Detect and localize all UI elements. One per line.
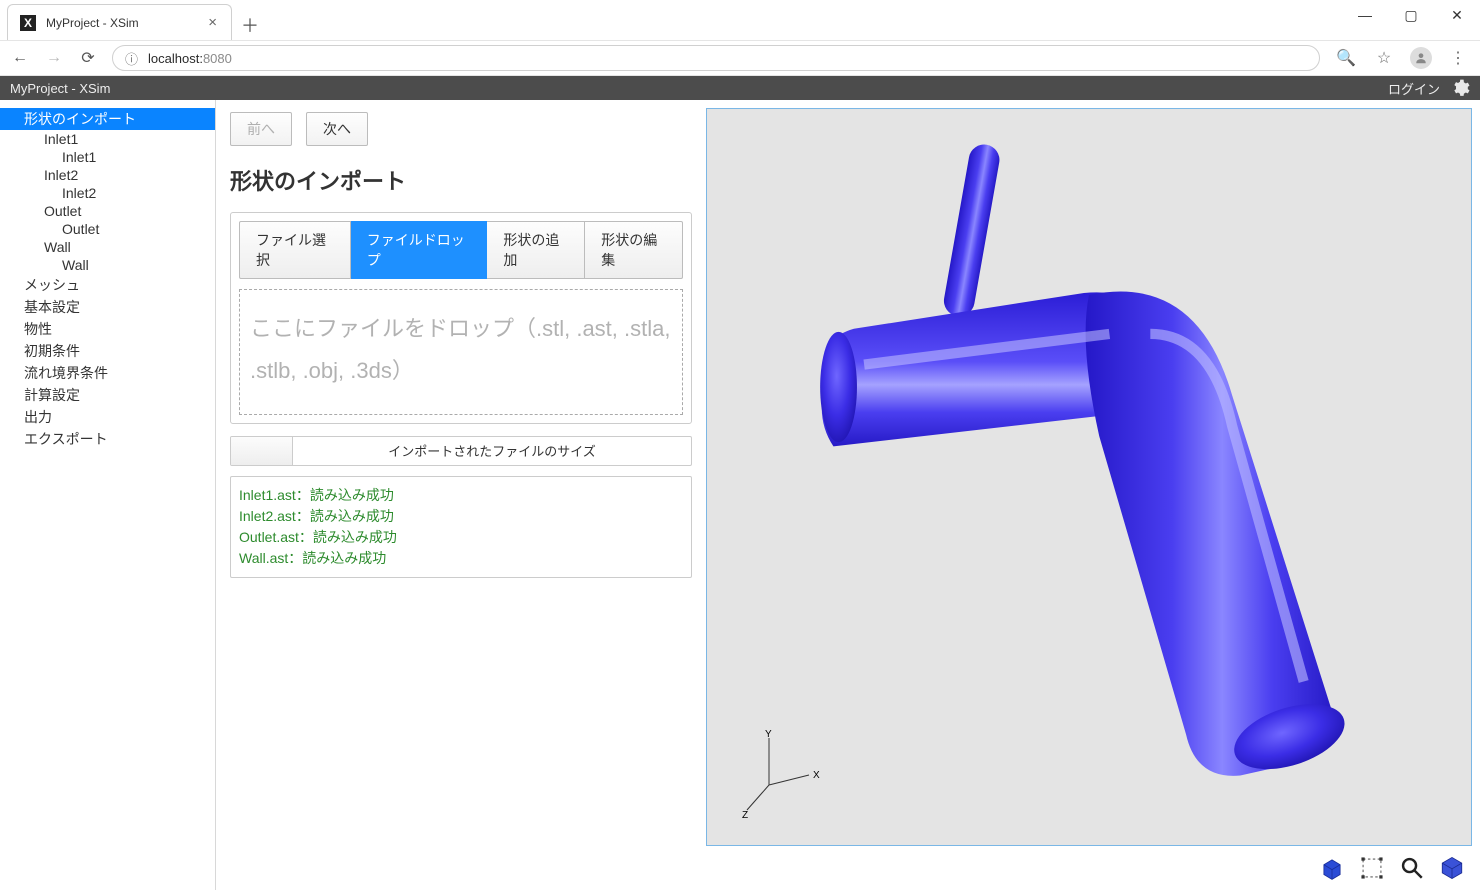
profile-avatar[interactable] [1410,47,1432,69]
sidebar-item[interactable]: エクスポート [0,428,215,450]
zoom-icon[interactable]: 🔍 [1334,48,1358,68]
sidebar-item[interactable]: 出力 [0,406,215,428]
import-tabs: ファイル選択ファイルドロップ形状の追加形状の編集 [239,221,683,279]
prev-button[interactable]: 前へ [230,112,292,146]
size-bar-toggle[interactable] [231,437,293,465]
minimize-button[interactable]: — [1342,0,1388,30]
sidebar-item[interactable]: メッシュ [0,274,215,296]
log-line: Inlet2.ast：読み込み成功 [239,506,683,527]
center-panel: 前へ 次へ 形状のインポート ファイル選択ファイルドロップ形状の追加形状の編集 … [216,100,706,890]
bbox-icon[interactable] [1358,854,1386,882]
url-port: 8080 [203,51,232,66]
svg-text:Y: Y [765,729,772,740]
zoom-icon[interactable] [1398,854,1426,882]
viewport-3d[interactable]: X Y Z [706,108,1472,846]
perspective-cube-icon[interactable] [1318,854,1346,882]
browser-tab[interactable]: X MyProject - XSim × [7,4,232,40]
file-dropzone[interactable]: ここにファイルをドロップ（.stl, .ast, .stla, .stlb, .… [239,289,683,415]
sidebar-item[interactable]: 物性 [0,318,215,340]
import-tab[interactable]: 形状の追加 [487,221,585,279]
maximize-button[interactable]: ▢ [1388,0,1434,30]
close-window-button[interactable]: ✕ [1434,0,1480,30]
log-line: Outlet.ast：読み込み成功 [239,527,683,548]
browser-menu-button[interactable]: ⋮ [1446,48,1470,68]
tab-title: MyProject - XSim [46,16,139,30]
url-host: localhost: [148,51,203,66]
viewport-toolbar [706,846,1480,890]
forward-button[interactable]: → [44,49,64,67]
log-line: Inlet1.ast：読み込み成功 [239,485,683,506]
log-line: Wall.ast：読み込み成功 [239,548,683,569]
sidebar-item[interactable]: Outlet [0,202,215,220]
sidebar-item[interactable]: Wall [0,256,215,274]
window-controls: — ▢ ✕ [1342,0,1480,30]
address-bar: ← → ⟳ ⓘ localhost:8080 🔍 ☆ ⋮ [0,40,1480,76]
bookmark-icon[interactable]: ☆ [1372,48,1396,68]
svg-text:Z: Z [742,810,748,821]
sidebar-item[interactable]: Inlet1 [0,148,215,166]
info-icon: ⓘ [125,49,138,68]
imported-size-bar[interactable]: インポートされたファイルのサイズ [230,436,692,466]
sidebar-item[interactable]: Outlet [0,220,215,238]
close-tab-icon[interactable]: × [208,15,217,30]
sidebar-item[interactable]: Wall [0,238,215,256]
reload-button[interactable]: ⟳ [78,48,98,68]
import-log: Inlet1.ast：読み込み成功Inlet2.ast：読み込み成功Outlet… [230,476,692,578]
sidebar: 形状のインポートInlet1Inlet1Inlet2Inlet2OutletOu… [0,100,216,890]
import-tab[interactable]: ファイルドロップ [351,221,488,279]
sidebar-item[interactable]: Inlet2 [0,166,215,184]
sidebar-item[interactable]: 計算設定 [0,384,215,406]
favicon-icon: X [20,15,36,31]
import-tab[interactable]: 形状の編集 [585,221,683,279]
viewcube-icon[interactable] [1438,854,1466,882]
back-button[interactable]: ← [10,49,30,67]
import-tab[interactable]: ファイル選択 [239,221,351,279]
url-input[interactable]: ⓘ localhost:8080 [112,45,1320,71]
axis-gizmo: X Y Z [729,730,819,823]
size-bar-label: インポートされたファイルのサイズ [293,437,691,465]
svg-text:X: X [813,770,820,781]
settings-icon[interactable] [1450,78,1470,98]
login-link[interactable]: ログイン [1388,79,1440,98]
sidebar-item[interactable]: 形状のインポート [0,108,215,130]
viewport-column: X Y Z [706,100,1480,890]
sidebar-item[interactable]: Inlet2 [0,184,215,202]
sidebar-item[interactable]: 流れ境界条件 [0,362,215,384]
app-bar: MyProject - XSim ログイン [0,76,1480,100]
import-panel: ファイル選択ファイルドロップ形状の追加形状の編集 ここにファイルをドロップ（.s… [230,212,692,424]
next-button[interactable]: 次へ [306,112,368,146]
new-tab-button[interactable]: ＋ [240,12,260,38]
app-title: MyProject - XSim [10,81,110,96]
sidebar-item[interactable]: 基本設定 [0,296,215,318]
page-title: 形状のインポート [230,164,692,196]
window-titlebar: X MyProject - XSim × ＋ — ▢ ✕ [0,0,1480,40]
sidebar-item[interactable]: 初期条件 [0,340,215,362]
sidebar-item[interactable]: Inlet1 [0,130,215,148]
